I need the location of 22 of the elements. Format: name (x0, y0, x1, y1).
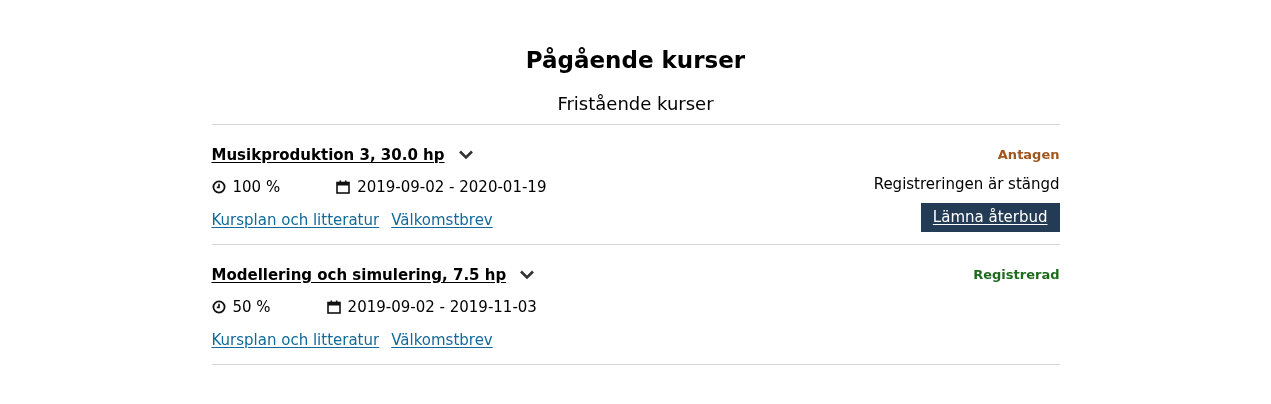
calendar-icon (336, 180, 351, 194)
clock-icon (211, 180, 226, 194)
course-link[interactable]: Välkomstbrev (391, 209, 493, 232)
course-title-link[interactable]: Modellering och simulering, 7.5 hp (211, 263, 507, 287)
date-range: 2019-09-02 - 2020-01-19 (357, 176, 547, 198)
date-range: 2019-09-02 - 2019-11-03 (347, 296, 537, 318)
clock-icon (211, 300, 226, 314)
pace-text: 50 % (232, 296, 271, 318)
course-title-link[interactable]: Musikproduktion 3, 30.0 hp (211, 143, 445, 167)
course-link[interactable]: Kursplan och litteratur (211, 329, 380, 352)
withdraw-button[interactable]: Lämna återbud (920, 203, 1060, 232)
page-heading: Pågående kurser (525, 46, 746, 75)
chevron-icon[interactable] (457, 150, 474, 160)
course-link[interactable]: Kursplan och litteratur (211, 209, 380, 232)
calendar-icon (326, 300, 341, 314)
registration-note: Registreringen är stängd (873, 174, 1060, 194)
chevron-icon[interactable] (519, 270, 536, 280)
course-link[interactable]: Välkomstbrev (391, 329, 493, 352)
pace-text: 100 % (232, 176, 281, 198)
section-heading: Fristående kurser (557, 92, 714, 116)
status-label: Antagen (997, 146, 1060, 164)
status-label: Registrerad (973, 266, 1060, 284)
